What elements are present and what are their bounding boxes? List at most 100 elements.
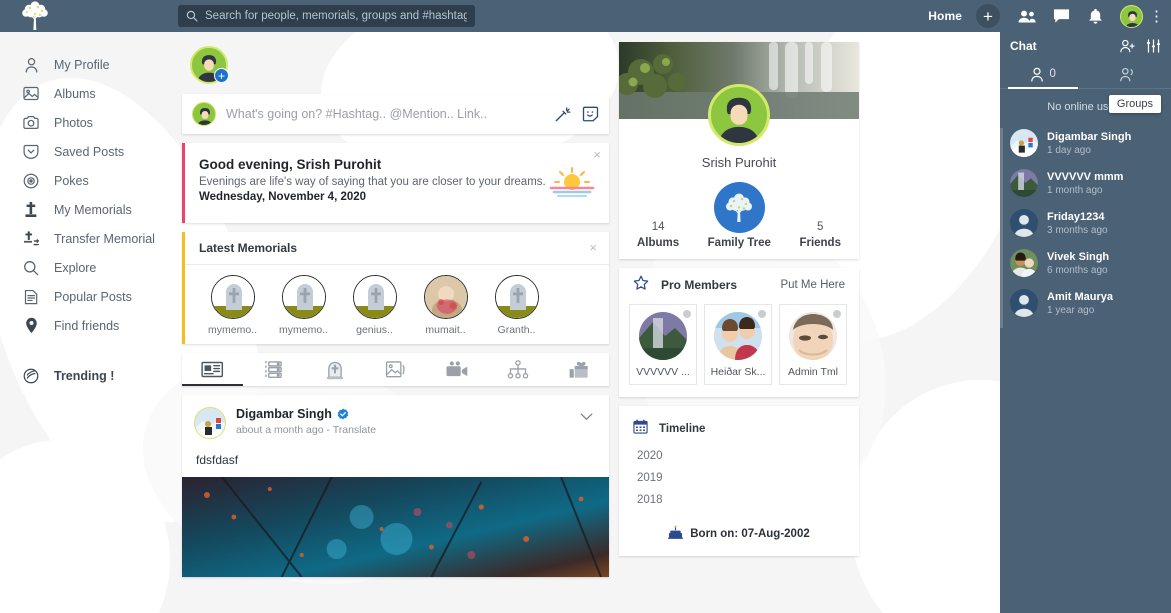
chevron-down-icon[interactable] bbox=[576, 407, 597, 426]
couple-avatar-icon bbox=[714, 312, 762, 360]
chat-tab-groups[interactable] bbox=[1086, 60, 1171, 88]
magic-wand-icon[interactable] bbox=[554, 106, 571, 123]
groups-tooltip: Groups bbox=[1108, 95, 1161, 113]
sidebar-label: Find friends bbox=[54, 318, 120, 333]
contact-time: 3 months ago bbox=[1047, 224, 1108, 236]
stat-albums[interactable]: 14 Albums bbox=[637, 221, 679, 249]
chat-contact-row[interactable]: Amit Maurya 1 year ago bbox=[1000, 283, 1171, 323]
stat-family-tree[interactable]: Family Tree bbox=[708, 182, 771, 249]
sidebar-item-albums[interactable]: Albums bbox=[0, 79, 178, 108]
post-meta: Digambar Singh about a month ago - Trans… bbox=[236, 407, 576, 436]
family-tree-icon bbox=[507, 360, 528, 379]
tab-groups[interactable] bbox=[548, 353, 609, 386]
default-avatar-icon bbox=[1010, 209, 1038, 237]
sidebar-label: Trending ! bbox=[54, 368, 115, 383]
memorial-item[interactable]: mymemo.. bbox=[268, 275, 339, 336]
pro-member-item[interactable]: Heiðar Sk... bbox=[704, 304, 772, 385]
add-badge-icon[interactable]: + bbox=[214, 68, 229, 83]
search-input[interactable] bbox=[205, 10, 467, 22]
sliders-icon[interactable] bbox=[1146, 39, 1161, 53]
sidebar-item-pokes[interactable]: Pokes bbox=[0, 166, 178, 195]
memorial-item[interactable]: Granth.. bbox=[481, 275, 552, 336]
chat-scrollbar[interactable] bbox=[1000, 128, 1003, 328]
post-author-avatar[interactable] bbox=[194, 407, 226, 439]
photo-avatar-icon bbox=[423, 275, 468, 319]
notifications-icon[interactable] bbox=[1082, 8, 1108, 25]
chat-contact-row[interactable]: Friday1234 3 months ago bbox=[1000, 203, 1171, 243]
member-avatar bbox=[639, 312, 687, 360]
post-image[interactable] bbox=[182, 477, 609, 577]
profile-avatar[interactable] bbox=[708, 84, 770, 146]
contact-name: Vivek Singh bbox=[1047, 250, 1110, 263]
snow-avatar-icon bbox=[1010, 129, 1038, 157]
stat-friends[interactable]: 5 Friends bbox=[799, 221, 841, 249]
timeline-year[interactable]: 2019 bbox=[619, 467, 859, 489]
sidebar-item-transfer-memorial[interactable]: Transfer Memorial bbox=[0, 224, 178, 253]
post-composer[interactable]: What's going on? #Hashtag.. @Mention.. L… bbox=[182, 94, 609, 134]
sidebar-item-popular-posts[interactable]: Popular Posts bbox=[0, 282, 178, 311]
sidebar-item-trending[interactable]: Trending ! bbox=[0, 361, 178, 390]
messages-icon[interactable] bbox=[1048, 8, 1074, 24]
post-timestamp[interactable]: about a month ago - Translate bbox=[236, 424, 576, 436]
timeline-card: Timeline 2020 2019 2018 Born on: 07-Aug-… bbox=[619, 406, 859, 556]
header-more-menu[interactable]: ⋮ bbox=[1149, 9, 1164, 24]
friends-icon[interactable] bbox=[1014, 9, 1040, 24]
memorial-item[interactable]: mymemo.. bbox=[197, 275, 268, 336]
tab-family-tree[interactable] bbox=[487, 353, 548, 386]
pro-member-item[interactable]: VVVVVV ... bbox=[629, 304, 697, 385]
contact-name: VVVVVV mmm bbox=[1047, 170, 1124, 183]
greeting-card: × Good evening, Srish Purohit Evenings a… bbox=[182, 143, 609, 223]
close-icon[interactable]: × bbox=[593, 148, 601, 161]
search-icon bbox=[22, 260, 40, 276]
chat-tab-people[interactable]: 0 bbox=[1000, 60, 1086, 89]
chat-contact-row[interactable]: Digambar Singh 1 day ago bbox=[1000, 123, 1171, 163]
tab-videos[interactable] bbox=[426, 353, 487, 386]
chat-contact-row[interactable]: Vivek Singh 6 months ago bbox=[1000, 243, 1171, 283]
status-dot bbox=[833, 310, 841, 318]
close-icon[interactable]: × bbox=[589, 241, 597, 254]
header-nav: Home + ⋮ bbox=[928, 0, 1164, 32]
chat-online-count: 0 bbox=[1049, 68, 1056, 80]
sidebar-item-explore[interactable]: Explore bbox=[0, 253, 178, 282]
chat-contact-row[interactable]: VVVVVV mmm 1 month ago bbox=[1000, 163, 1171, 203]
tab-photo-albums[interactable] bbox=[365, 353, 426, 386]
my-avatar[interactable]: + bbox=[190, 46, 229, 84]
add-person-icon[interactable] bbox=[1120, 39, 1136, 53]
pro-member-item[interactable]: Admin Tml bbox=[779, 304, 847, 385]
memorial-item[interactable]: mumait.. bbox=[410, 275, 481, 336]
user-avatar-icon bbox=[711, 87, 767, 143]
timeline-year[interactable]: 2020 bbox=[619, 445, 859, 467]
born-on-row: Born on: 07-Aug-2002 bbox=[619, 511, 859, 556]
composer-input[interactable]: What's going on? #Hashtag.. @Mention.. L… bbox=[226, 107, 543, 121]
contact-avatar bbox=[1010, 169, 1038, 197]
nav-home-link[interactable]: Home bbox=[928, 9, 962, 23]
sidebar-item-saved-posts[interactable]: Saved Posts bbox=[0, 137, 178, 166]
family-tree-button[interactable] bbox=[713, 182, 765, 233]
timeline-year[interactable]: 2018 bbox=[619, 489, 859, 511]
nav-create-button[interactable]: + bbox=[976, 4, 1000, 28]
face-avatar-icon bbox=[789, 312, 837, 360]
sidebar-label: Albums bbox=[54, 86, 96, 101]
contact-name: Digambar Singh bbox=[1047, 130, 1132, 143]
couple-avatar-icon bbox=[1010, 249, 1038, 277]
sidebar-item-my-memorials[interactable]: My Memorials bbox=[0, 195, 178, 224]
site-logo[interactable] bbox=[0, 1, 70, 31]
sunset-icon bbox=[549, 165, 595, 204]
tab-timeline[interactable] bbox=[243, 353, 304, 386]
contact-avatar bbox=[1010, 129, 1038, 157]
tab-news-feed[interactable] bbox=[182, 353, 243, 386]
sidebar-item-my-profile[interactable]: My Profile bbox=[0, 50, 178, 79]
news-feed-icon bbox=[201, 361, 224, 378]
put-me-here-link[interactable]: Put Me Here bbox=[780, 279, 845, 291]
tab-memorials[interactable] bbox=[304, 353, 365, 386]
contact-time: 1 year ago bbox=[1047, 304, 1095, 316]
latest-memorials-list: mymemo.. mymemo.. genius.. mumait.. Gran… bbox=[185, 265, 609, 344]
search-box[interactable] bbox=[178, 5, 475, 27]
sidebar-item-find-friends[interactable]: Find friends bbox=[0, 311, 178, 340]
memorial-item[interactable]: genius.. bbox=[339, 275, 410, 336]
sticker-icon[interactable] bbox=[582, 106, 599, 123]
sidebar-label: Photos bbox=[54, 115, 93, 130]
header-avatar[interactable] bbox=[1120, 4, 1143, 28]
sidebar-item-photos[interactable]: Photos bbox=[0, 108, 178, 137]
user-avatar-icon bbox=[193, 103, 215, 125]
